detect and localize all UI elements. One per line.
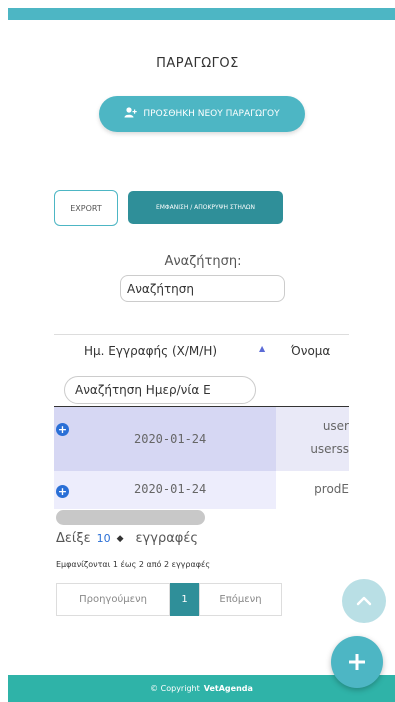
footer-copyright: © Copyright (150, 684, 200, 693)
scroll-to-top-button[interactable] (342, 579, 386, 623)
pagination: Προηγούμενη 1 Επόμενη (56, 583, 282, 616)
length-prefix: Δείξε (56, 531, 91, 546)
search-label: Αναζήτηση: (164, 254, 242, 269)
add-fab-button[interactable] (331, 636, 383, 688)
expand-row-icon[interactable]: + (56, 485, 69, 498)
expand-row-icon[interactable]: + (56, 423, 69, 436)
producers-table: Ημ. Εγγραφής (Χ/Μ/Η) ▲ Όνομα + 2020-01-2… (54, 334, 349, 512)
filter-row (54, 372, 349, 407)
name-line: userss (310, 442, 349, 456)
toggle-columns-button[interactable]: ΕΜΦΑΝΙΣΗ / ΑΠΟΚΡΥΨΗ ΣΤΗΛΩΝ (128, 191, 283, 224)
select-updown-icon[interactable]: ◆ (117, 534, 124, 544)
footer-brand-link[interactable]: VetAgenda (204, 684, 253, 693)
length-menu: Δείξε 10 ◆ εγγραφές (56, 531, 198, 546)
plus-icon (349, 654, 365, 670)
table-header: Ημ. Εγγραφής (Χ/Μ/Η) ▲ Όνομα (54, 334, 349, 373)
table-info-text: Εμφανίζονται 1 έως 2 από 2 εγγραφές (56, 560, 211, 569)
add-producer-button[interactable]: ΠΡΟΣΘΗΚΗ ΝΕΟΥ ΠΑΡΑΓΩΓΟΥ (99, 96, 305, 132)
user-plus-icon (124, 107, 138, 121)
name-line: prodE (314, 482, 349, 496)
registration-date-cell: 2020-01-24 (134, 482, 207, 496)
table-row[interactable]: + 2020-01-24 user userss (54, 407, 349, 471)
export-button[interactable]: EXPORT (54, 190, 118, 226)
table-row[interactable]: + 2020-01-24 prodE (54, 471, 349, 509)
date-filter-input[interactable] (64, 376, 256, 404)
previous-page-button[interactable]: Προηγούμενη (56, 583, 170, 616)
page-title: ΠΑΡΑΓΩΓΟΣ (156, 56, 239, 71)
name-line: user (322, 419, 349, 433)
name-cell: user userss (276, 407, 349, 471)
column-header-registration-date[interactable]: Ημ. Εγγραφής (Χ/Μ/Η) (84, 344, 217, 358)
next-page-button[interactable]: Επόμενη (199, 583, 282, 616)
name-cell: prodE (276, 471, 349, 509)
horizontal-scrollbar[interactable] (56, 510, 205, 525)
column-header-name[interactable]: Όνομα (291, 344, 330, 358)
page-length-select[interactable]: 10 (97, 532, 111, 545)
add-producer-label: ΠΡΟΣΘΗΚΗ ΝΕΟΥ ΠΑΡΑΓΩΓΟΥ (143, 109, 280, 119)
search-input[interactable] (120, 275, 285, 302)
top-bar (8, 8, 395, 20)
length-suffix: εγγραφές (135, 531, 198, 546)
sort-ascending-icon[interactable]: ▲ (259, 344, 265, 353)
chevron-up-icon (356, 596, 372, 606)
current-page-button[interactable]: 1 (170, 583, 199, 616)
registration-date-cell: 2020-01-24 (134, 432, 207, 446)
